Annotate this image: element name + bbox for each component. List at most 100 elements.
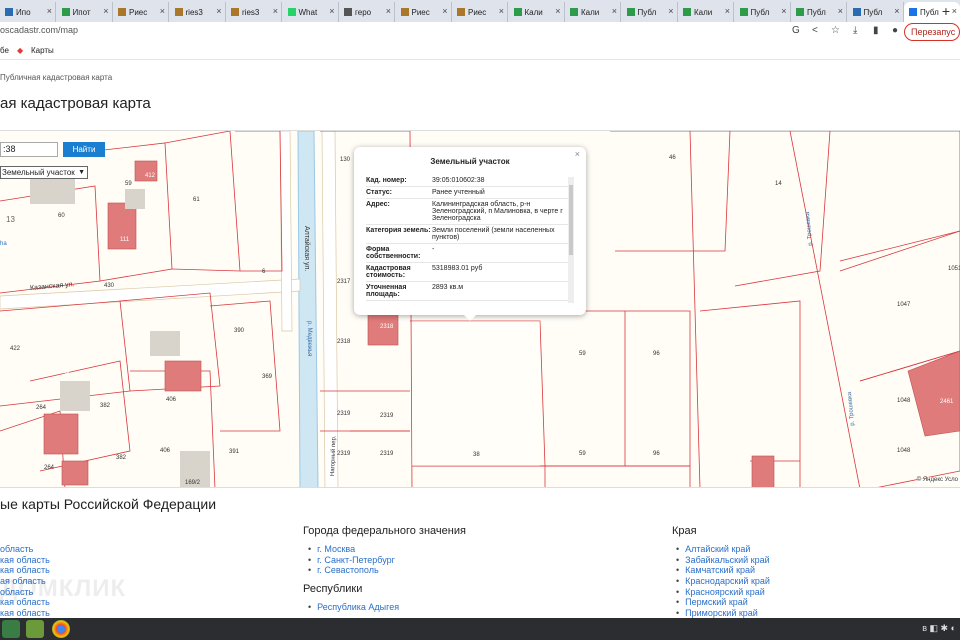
tab-favicon-icon [287, 8, 296, 16]
tab-close-icon[interactable]: × [47, 6, 52, 16]
federal-cities-list: г. Москва г. Санкт-Петербург г. Севастоп… [308, 544, 395, 576]
krai-link[interactable]: Алтайский край [676, 544, 770, 555]
file-manager-icon[interactable] [26, 620, 44, 638]
city-link[interactable]: г. Санкт-Петербург [308, 555, 395, 566]
browser-tab[interactable]: Публ × [735, 2, 791, 22]
tab-close-icon[interactable]: × [838, 6, 843, 16]
browser-tab[interactable]: Кали × [565, 2, 621, 22]
download-icon[interactable]: ⤓ [853, 25, 857, 36]
krai-list: Алтайский край Забайкальский край Камчат… [676, 544, 770, 619]
republic-link[interactable]: Республика Адыгея [308, 602, 399, 613]
tab-favicon-icon [909, 8, 917, 16]
breadcrumb[interactable]: Публичная кадастровая карта [0, 73, 112, 82]
tab-close-icon[interactable]: × [329, 6, 334, 16]
url-field[interactable]: oscadastr.com/map [0, 25, 78, 35]
tab-label: Риес [468, 7, 487, 17]
krai-link[interactable]: Пермский край [676, 597, 770, 608]
popup-value: 5318983.01 руб [432, 265, 483, 272]
popup-label: Кадастровая стоимость: [366, 265, 411, 279]
tab-favicon-icon [231, 8, 239, 16]
region-link[interactable]: область [0, 544, 50, 555]
start-menu-icon[interactable] [2, 620, 20, 638]
tab-close-icon[interactable]: × [555, 6, 560, 16]
popup-value: - [432, 246, 435, 253]
tab-label: Публ [637, 7, 657, 17]
tab-favicon-icon [626, 8, 635, 16]
federal-cities-heading: Города федерального значения [303, 525, 466, 537]
street-label: Алтайская ул. [303, 226, 310, 272]
tab-favicon-icon [5, 8, 13, 16]
popup-label: Уточненная площадь: [366, 284, 407, 298]
side-panel-icon[interactable]: ▮ [873, 25, 879, 36]
city-link[interactable]: г. Москва [308, 544, 395, 555]
tab-label: Риес [129, 7, 148, 17]
browser-tab[interactable]: What × [283, 2, 339, 22]
page-title: ая кадастровая карта [0, 95, 151, 112]
tab-close-icon[interactable]: × [499, 6, 504, 16]
map-attribution[interactable]: © Яндекс Усло [916, 477, 958, 483]
browser-tab[interactable]: Ипот × [57, 2, 113, 22]
browser-tab[interactable]: Риес × [396, 2, 452, 22]
tab-label: Публ [750, 7, 770, 17]
browser-tab[interactable]: ries3 × [226, 2, 282, 22]
browser-tab[interactable]: Риес × [113, 2, 169, 22]
tab-close-icon[interactable]: × [160, 6, 165, 16]
browser-tab[interactable]: ries3 × [170, 2, 226, 22]
browser-tab[interactable]: Ипо × [0, 2, 56, 22]
tab-close-icon[interactable]: × [612, 6, 617, 16]
share-icon[interactable]: < [812, 25, 818, 36]
tab-close-icon[interactable]: × [273, 6, 278, 16]
tab-favicon-icon [852, 8, 861, 16]
profile-icon[interactable]: ● [892, 25, 898, 36]
tab-close-icon[interactable]: × [725, 6, 730, 16]
tab-close-icon[interactable]: × [442, 6, 447, 16]
krai-link[interactable]: Камчатский край [676, 565, 770, 576]
os-taskbar: ʙ ◧ ✱ ◐ [0, 618, 960, 640]
tab-close-icon[interactable]: × [668, 6, 673, 16]
tab-close-icon[interactable]: × [216, 6, 221, 16]
bookmark-item[interactable]: бе [0, 46, 9, 55]
city-link[interactable]: г. Севастополь [308, 565, 395, 576]
browser-tab[interactable]: Кали × [678, 2, 734, 22]
krai-link[interactable]: Краснодарский край [676, 576, 770, 587]
browser-tab[interactable]: Риес × [452, 2, 508, 22]
popup-row: Статус: Ранее учтенный [366, 187, 572, 199]
krai-link[interactable]: Красноярский край [676, 587, 770, 598]
bookmark-star-icon[interactable]: ☆ [831, 25, 840, 36]
popup-row: Адрес: Калининградская область, р-н Зелен… [366, 199, 572, 225]
chevron-down-icon: ▼ [78, 169, 85, 176]
tab-favicon-icon [400, 8, 409, 16]
scrollbar-thumb[interactable] [569, 185, 573, 255]
tab-label: ries3 [242, 7, 260, 17]
address-bar: oscadastr.com/map G < ☆ ⤓ ▮ ● Перезапус [0, 22, 960, 42]
system-tray[interactable]: ʙ ◧ ✱ ◐ [922, 623, 956, 634]
popup-scrollbar[interactable] [568, 177, 574, 303]
browser-tab[interactable]: Публ × [622, 2, 678, 22]
cadastral-search-input[interactable]: :38 [0, 142, 58, 157]
browser-tab[interactable]: геро × [339, 2, 395, 22]
browser-tab[interactable]: Публ × [791, 2, 847, 22]
river-shape [297, 131, 319, 487]
republics-heading: Республики [303, 583, 363, 595]
region-link[interactable]: кая область [0, 555, 50, 566]
chrome-icon[interactable] [52, 620, 70, 638]
popup-value: 2893 кв.м [432, 284, 464, 291]
krai-link[interactable]: Забайкальский край [676, 555, 770, 566]
tab-close-icon[interactable]: × [894, 6, 899, 16]
tab-favicon-icon [513, 8, 522, 16]
google-lens-icon[interactable]: G [792, 25, 800, 36]
tab-close-icon[interactable]: × [103, 6, 108, 16]
close-icon[interactable]: × [575, 149, 580, 159]
tab-close-icon[interactable]: × [781, 6, 786, 16]
popup-value: 39:05:010602:38 [432, 177, 485, 184]
browser-tab[interactable]: Публ × [848, 2, 904, 22]
search-button[interactable]: Найти [63, 142, 105, 157]
popup-row: Уточненная площадь: 2893 кв.м [366, 282, 572, 301]
browser-tab[interactable]: Кали × [509, 2, 565, 22]
relaunch-button[interactable]: Перезапус [904, 23, 960, 41]
tab-close-icon[interactable]: × [386, 6, 391, 16]
object-type-select[interactable]: Земельный участок ▼ [0, 166, 88, 179]
bookmark-maps[interactable]: Карты [31, 46, 54, 55]
watermark: ДОМКЛИК [0, 575, 127, 602]
new-tab-button[interactable]: + [936, 2, 956, 20]
